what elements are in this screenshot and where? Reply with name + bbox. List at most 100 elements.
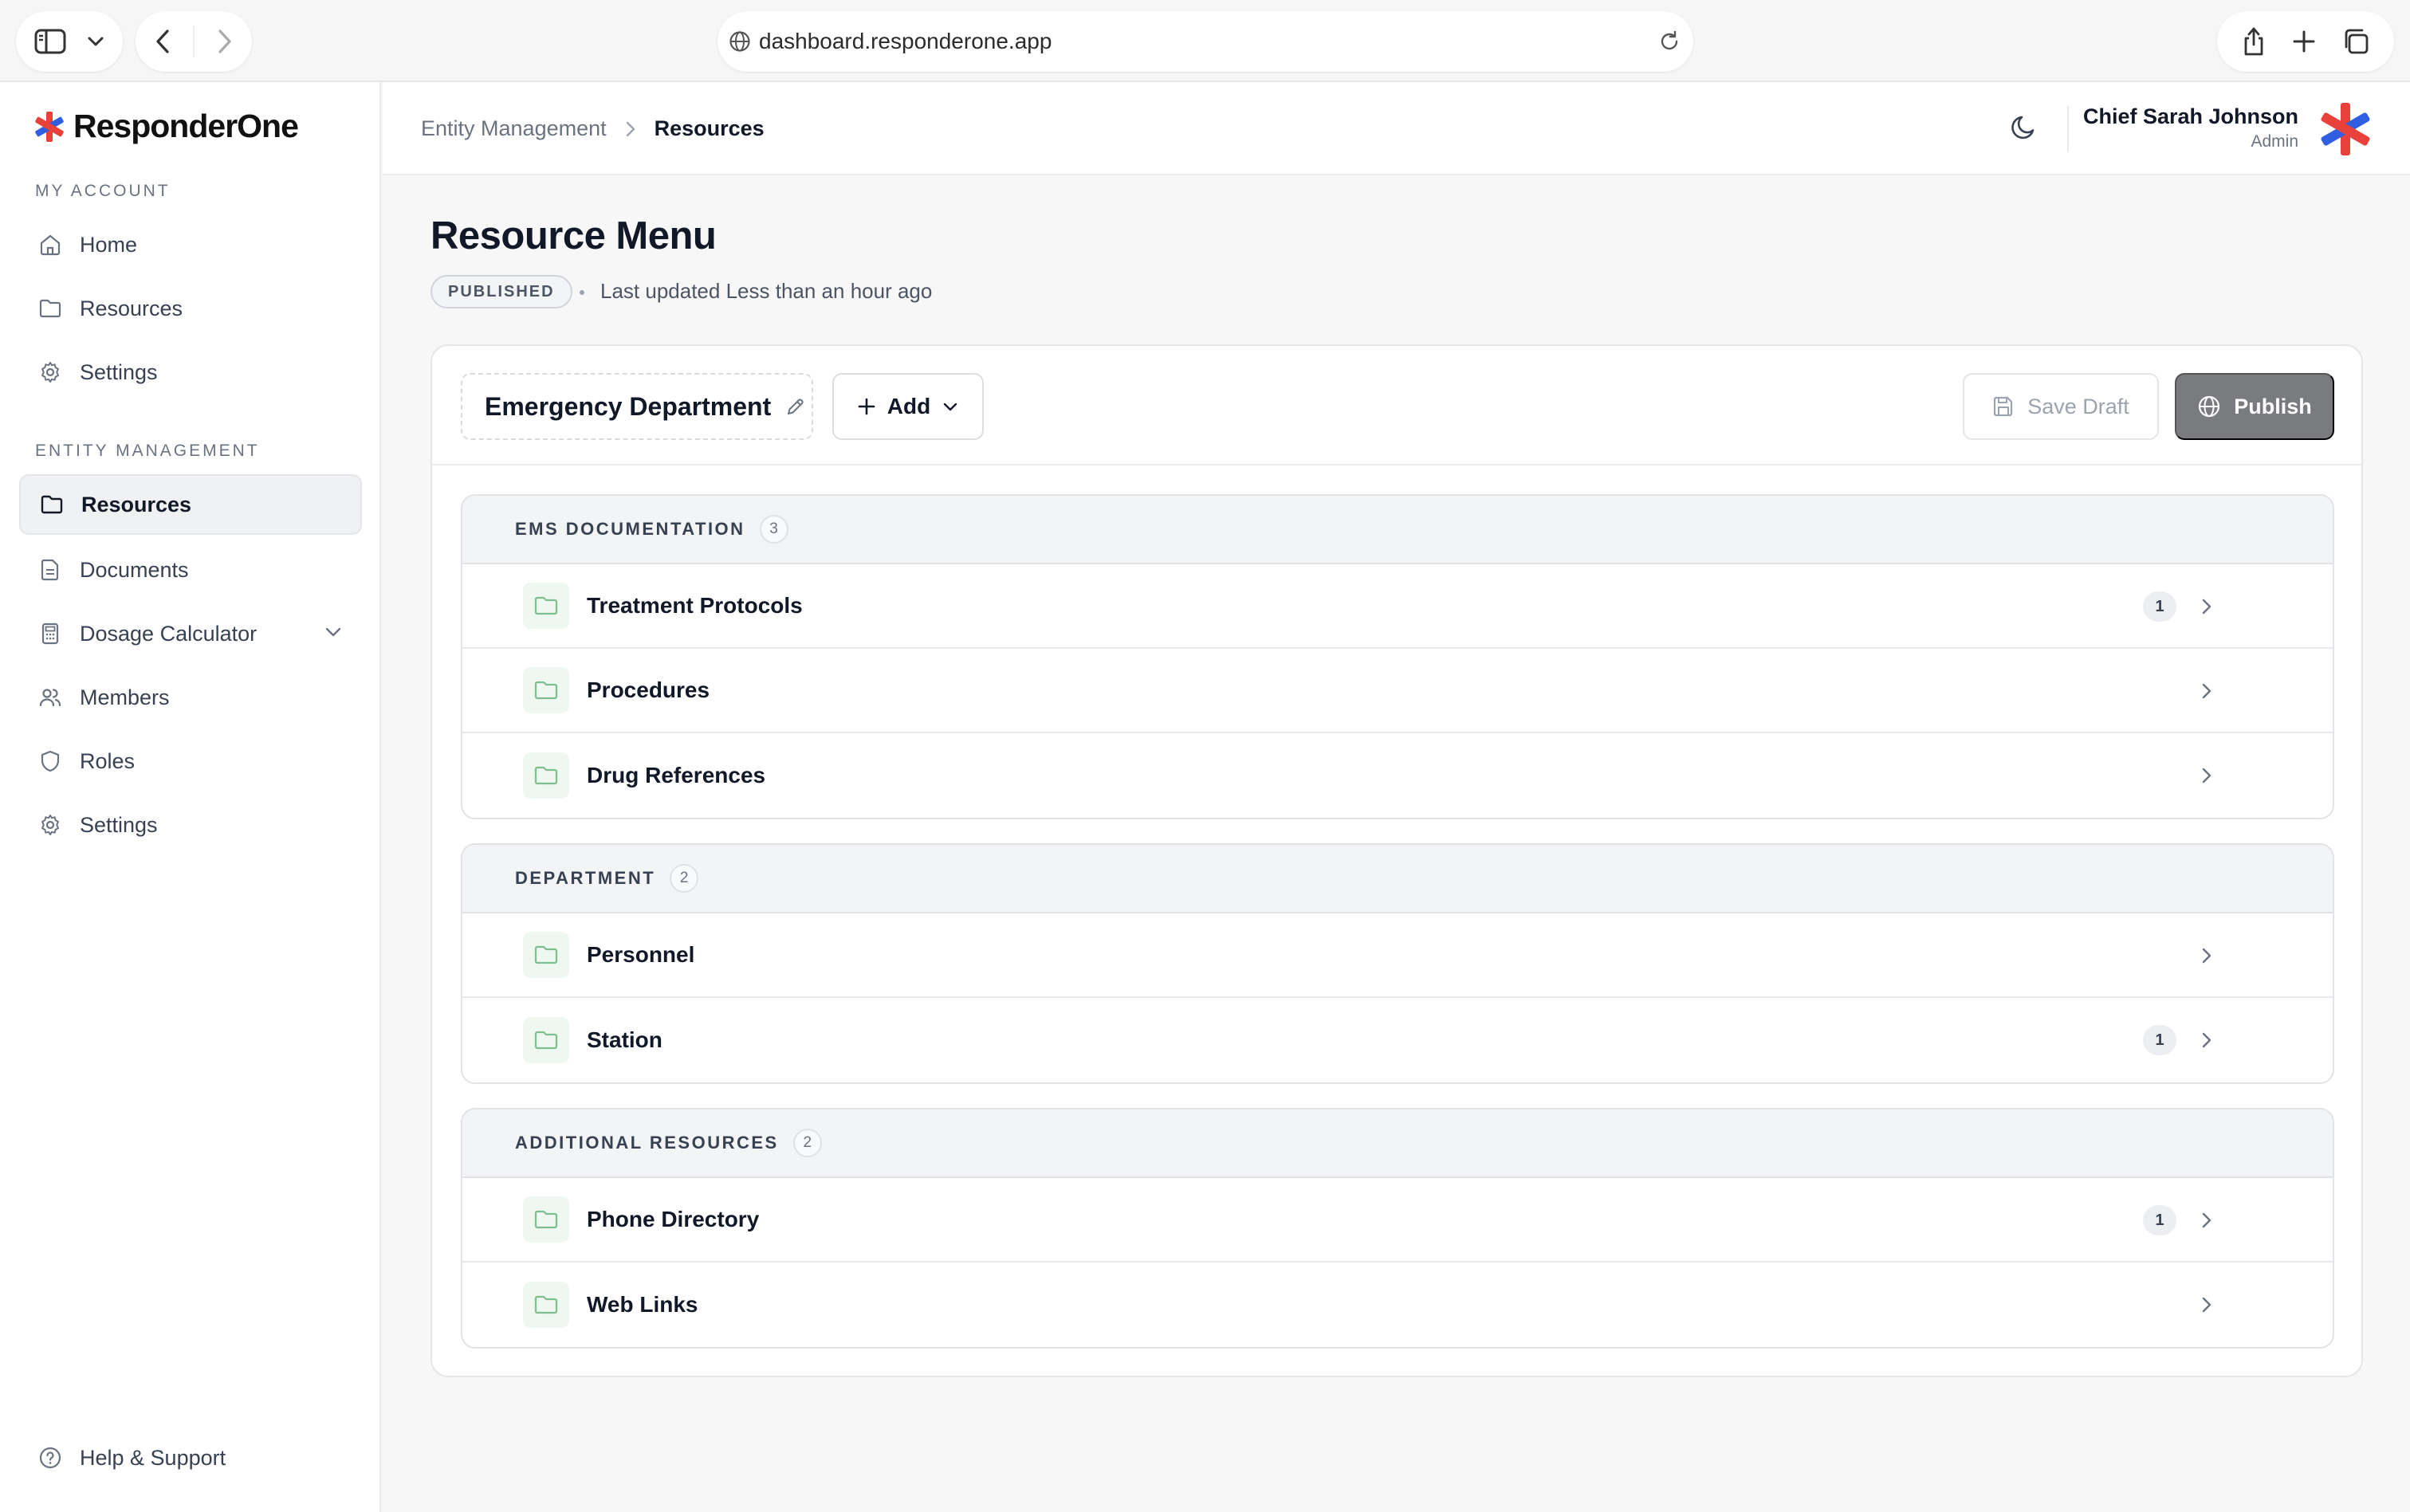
list-item[interactable]: Station 1 — [462, 998, 2333, 1082]
editor-toolbar: Emergency Department Add Save Draft Publ… — [432, 346, 2361, 465]
globe-icon — [2197, 395, 2221, 418]
folder-icon — [523, 1282, 569, 1328]
folder-icon — [523, 1017, 569, 1063]
sidebar-toggle-group[interactable] — [16, 11, 123, 72]
resource-menu-editor: Emergency Department Add Save Draft Publ… — [430, 344, 2363, 1377]
gear-icon — [38, 360, 62, 384]
sidebar-toggle-icon[interactable] — [34, 29, 66, 54]
sidebar-item-dosage-calculator[interactable]: Dosage Calculator — [19, 603, 362, 664]
help-icon — [38, 1446, 62, 1470]
chevron-down-icon[interactable] — [324, 622, 343, 642]
sidebar-item-members[interactable]: Members — [19, 667, 362, 728]
avatar[interactable] — [2318, 101, 2373, 157]
sidebar: ResponderOne MY ACCOUNT Home Resources S… — [0, 82, 381, 1512]
brand-logo[interactable]: ResponderOne — [33, 108, 299, 145]
help-support-link[interactable]: Help & Support — [19, 1428, 362, 1488]
sidebar-item-label: Resources — [81, 492, 192, 516]
group-header[interactable]: DEPARTMENT 2 — [462, 845, 2333, 913]
user-info[interactable]: Chief Sarah Johnson Admin — [2083, 104, 2298, 151]
sidebar-item-documents[interactable]: Documents — [19, 540, 362, 600]
folder-icon — [523, 583, 569, 629]
folder-icon — [523, 932, 569, 978]
sidebar-item-label: Members — [80, 685, 170, 709]
status-badge: PUBLISHED — [430, 275, 572, 308]
chevron-right-icon[interactable] — [2200, 1295, 2213, 1314]
sidebar-item-label: Resources — [80, 296, 183, 320]
chevron-right-icon[interactable] — [2200, 1211, 2213, 1230]
breadcrumb-parent[interactable]: Entity Management — [421, 116, 607, 141]
sidebar-item-settings-account[interactable]: Settings — [19, 342, 362, 403]
list-item[interactable]: Drug References — [462, 733, 2333, 818]
chevron-right-icon — [624, 120, 637, 139]
new-tab-icon[interactable] — [2292, 29, 2316, 53]
calculator-icon — [38, 622, 62, 646]
chevron-right-icon[interactable] — [2200, 681, 2213, 701]
sidebar-item-label: Settings — [80, 359, 158, 384]
sidebar-item-roles[interactable]: Roles — [19, 731, 362, 791]
gear-icon — [38, 813, 62, 837]
group-title: EMS DOCUMENTATION — [515, 519, 745, 539]
add-button[interactable]: Add — [832, 373, 984, 440]
folder-icon — [38, 297, 62, 320]
folder-icon — [523, 667, 569, 713]
asterisk-logo-icon — [33, 111, 65, 143]
sidebar-item-resources[interactable]: Resources — [19, 474, 362, 535]
list-item-label: Phone Directory — [587, 1207, 760, 1231]
department-name-text: Emergency Department — [485, 391, 772, 421]
list-item[interactable]: Web Links — [462, 1263, 2333, 1347]
group-count-badge: 3 — [759, 515, 788, 544]
list-item-label: Personnel — [587, 942, 695, 967]
user-name: Chief Sarah Johnson — [2082, 104, 2298, 128]
item-count-badge: 1 — [2143, 1025, 2176, 1055]
chevron-right-icon[interactable] — [2200, 597, 2213, 616]
resource-group-additional-resources: ADDITIONAL RESOURCES 2 Phone Directory 1… — [461, 1108, 2334, 1349]
help-support-label: Help & Support — [80, 1445, 226, 1470]
save-draft-button[interactable]: Save Draft — [1963, 373, 2159, 440]
publish-button[interactable]: Publish — [2175, 373, 2334, 440]
group-count-badge: 2 — [792, 1129, 822, 1157]
resource-group-department: DEPARTMENT 2 Personnel Station 1 — [461, 843, 2334, 1084]
group-header[interactable]: ADDITIONAL RESOURCES 2 — [462, 1109, 2333, 1178]
forward-icon[interactable] — [217, 29, 233, 54]
item-count-badge: 1 — [2143, 1205, 2176, 1235]
sidebar-item-label: Dosage Calculator — [80, 621, 258, 646]
group-header[interactable]: EMS DOCUMENTATION 3 — [462, 496, 2333, 564]
list-item-label: Drug References — [587, 763, 766, 787]
department-name-field[interactable]: Emergency Department — [461, 373, 813, 440]
shield-icon — [38, 749, 62, 773]
item-count-badge: 1 — [2143, 591, 2176, 622]
share-icon[interactable] — [2241, 26, 2267, 57]
pencil-icon[interactable] — [785, 396, 806, 417]
chevron-down-icon[interactable] — [87, 36, 104, 47]
list-item[interactable]: Phone Directory 1 — [462, 1178, 2333, 1263]
moon-icon[interactable] — [2008, 112, 2038, 143]
globe-icon — [729, 30, 751, 53]
chevron-right-icon[interactable] — [2200, 1031, 2213, 1050]
list-item-label: Procedures — [587, 677, 710, 702]
back-icon[interactable] — [155, 29, 171, 54]
reload-icon[interactable] — [1658, 30, 1681, 53]
sidebar-item-resources-account[interactable]: Resources — [19, 278, 362, 339]
chevron-right-icon[interactable] — [2200, 766, 2213, 785]
users-icon — [38, 685, 62, 709]
brand-name: ResponderOne — [73, 108, 299, 144]
list-item[interactable]: Treatment Protocols 1 — [462, 564, 2333, 649]
page-title: Resource Menu — [430, 214, 717, 257]
folder-icon — [40, 493, 64, 516]
publish-label: Publish — [2234, 394, 2312, 418]
folder-icon — [523, 752, 569, 799]
sidebar-item-home[interactable]: Home — [19, 214, 362, 275]
entity-management-label: ENTITY MANAGEMENT — [35, 442, 260, 460]
chevron-right-icon[interactable] — [2200, 946, 2213, 965]
sidebar-item-label: Settings — [80, 812, 158, 837]
address-bar[interactable]: dashboard.responderone.app — [717, 11, 1693, 72]
list-item-label: Web Links — [587, 1292, 698, 1317]
url-text: dashboard.responderone.app — [759, 29, 1052, 53]
list-item[interactable]: Procedures — [462, 649, 2333, 733]
top-header: Entity Management Resources Chief Sarah … — [383, 82, 2410, 175]
list-item[interactable]: Personnel — [462, 913, 2333, 998]
tabs-overview-icon[interactable] — [2341, 27, 2370, 56]
history-nav — [136, 11, 252, 72]
sidebar-item-settings[interactable]: Settings — [19, 795, 362, 855]
user-role: Admin — [2251, 132, 2298, 151]
